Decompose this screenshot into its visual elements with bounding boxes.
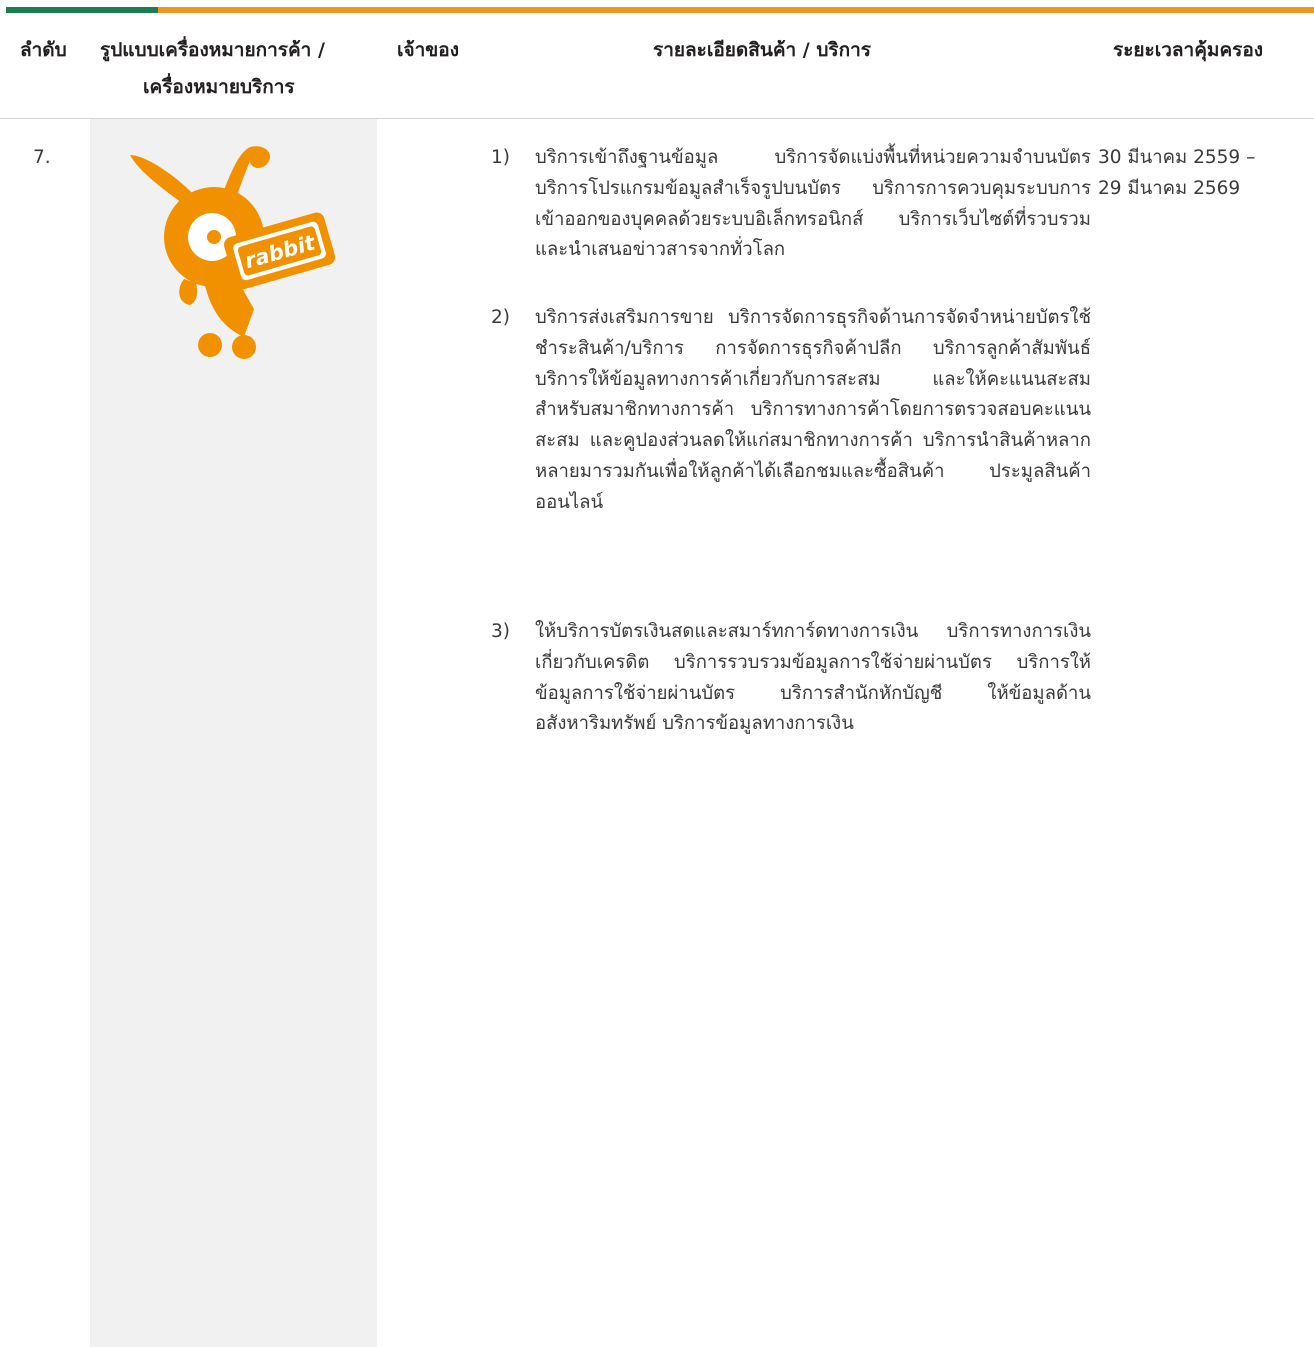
- header-period: ระยะเวลาคุ้มครอง: [1113, 39, 1264, 61]
- header-mark-line2: เครื่องหมายบริการ: [143, 76, 295, 98]
- service-item-number: 1): [491, 147, 510, 168]
- header-details: รายละเอียดสินค้า / บริการ: [653, 39, 872, 61]
- service-item-text: บริการส่งเสริมการขาย บริการจัดการธุรกิจด…: [535, 307, 1091, 513]
- header-order: ลำดับ: [20, 39, 67, 61]
- protection-period-start: 30 มีนาคม 2559 –: [1098, 147, 1256, 168]
- service-item-text: บริการเข้าถึงฐานข้อมูล บริการจัดแบ่งพื้น…: [535, 147, 1091, 261]
- top-accent-bar: [0, 7, 1314, 13]
- service-item-3: 3) ให้บริการบัตรเงินสดและสมาร์ทการ์ดทางก…: [491, 617, 1091, 740]
- accent-green: [6, 7, 158, 13]
- service-item-2: 2) บริการส่งเสริมการขาย บริการจัดการธุรก…: [491, 303, 1091, 519]
- header-mark-line1: รูปแบบเครื่องหมายการค้า /: [100, 39, 325, 61]
- header-owner: เจ้าของ: [397, 39, 459, 61]
- protection-period-end: 29 มีนาคม 2569: [1098, 178, 1241, 199]
- service-item-1: 1) บริการเข้าถึงฐานข้อมูล บริการจัดแบ่งพ…: [491, 143, 1091, 266]
- service-item-number: 2): [491, 307, 510, 328]
- service-item-text: ให้บริการบัตรเงินสดและสมาร์ทการ์ดทางการเ…: [535, 621, 1091, 735]
- accent-orange: [158, 7, 1314, 13]
- rabbit-logo: rabbit: [130, 146, 336, 359]
- service-item-number: 3): [491, 621, 510, 642]
- row-order: 7.: [33, 147, 51, 168]
